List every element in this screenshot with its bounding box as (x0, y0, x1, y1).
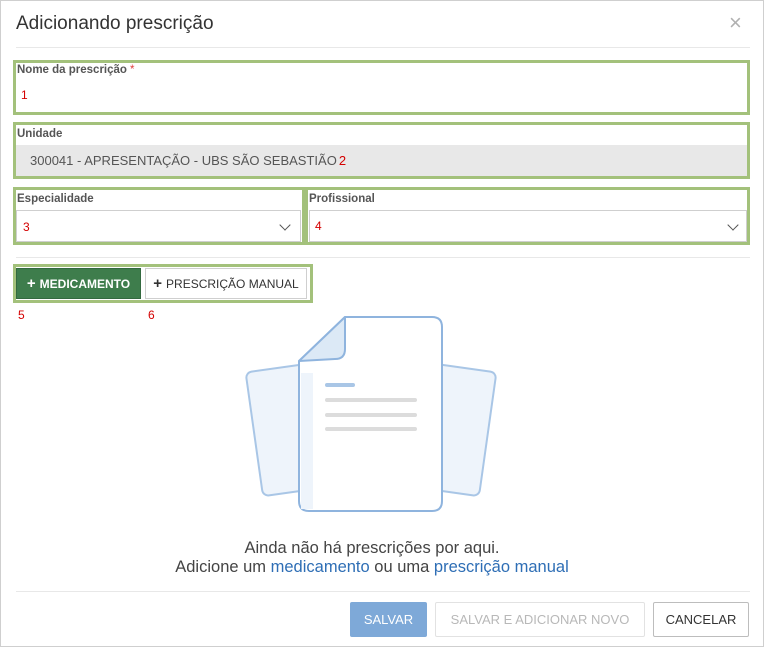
document-stack-illustration (245, 316, 497, 512)
plus-icon: + (26, 275, 36, 292)
form-divider (16, 257, 750, 258)
empty-state-hint: Adicione um medicamento ou uma prescriçã… (175, 558, 569, 576)
save-button[interactable]: SALVAR (350, 602, 427, 637)
nome-label: Nome da prescrição * (17, 64, 135, 76)
empty-state-message: Ainda não há prescrições por aqui. (244, 539, 500, 557)
prescricao-manual-label: PRESCRIÇÃO MANUAL (166, 276, 299, 291)
especialidade-select[interactable] (16, 210, 301, 242)
marker-5: 5 (18, 308, 25, 322)
nome-prescricao-input[interactable] (16, 79, 747, 112)
close-icon[interactable]: × (729, 11, 742, 35)
required-asterisk: * (129, 64, 135, 76)
add-medicamento-button[interactable]: + MEDICAMENTO (16, 268, 141, 299)
cancel-button[interactable]: CANCELAR (653, 602, 749, 637)
marker-4: 4 (315, 219, 322, 233)
add-prescricao-manual-button[interactable]: + PRESCRIÇÃO MANUAL (145, 268, 307, 299)
profissional-label: Profissional (309, 193, 375, 205)
modal-title: Adicionando prescrição (16, 13, 214, 34)
chevron-down-icon (727, 219, 739, 231)
medicamento-label: MEDICAMENTO (39, 276, 131, 291)
footer-divider (16, 591, 750, 592)
medicamento-link[interactable]: medicamento (271, 558, 370, 576)
prescription-modal: Adicionando prescrição × Nome da prescri… (0, 0, 764, 647)
especialidade-label: Especialidade (17, 193, 94, 205)
unidade-field: 300041 - APRESENTAÇÃO - UBS SÃO SEBASTIÃ… (16, 145, 747, 176)
marker-6: 6 (148, 308, 155, 322)
save-and-new-button[interactable]: SALVAR E ADICIONAR NOVO (435, 602, 645, 637)
unidade-value: 300041 - APRESENTAÇÃO - UBS SÃO SEBASTIÃ… (30, 153, 337, 168)
chevron-down-icon (279, 219, 291, 231)
marker-3: 3 (23, 220, 30, 234)
profissional-select[interactable] (309, 210, 747, 242)
plus-icon: + (153, 275, 163, 292)
prescricao-manual-link[interactable]: prescrição manual (434, 558, 569, 576)
marker-2: 2 (338, 153, 347, 168)
marker-1: 1 (21, 88, 28, 102)
unidade-label: Unidade (17, 128, 63, 140)
header-divider (16, 47, 750, 48)
